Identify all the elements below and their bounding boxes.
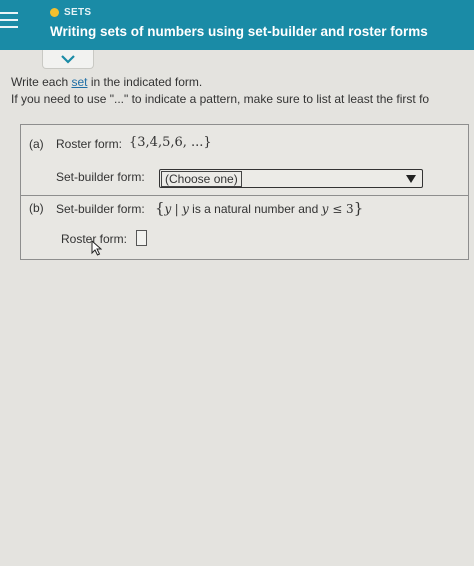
set-builder-dropdown[interactable]: (Choose one) [159, 169, 423, 188]
dropdown-selected-value: (Choose one) [161, 171, 242, 187]
problem-box: (a) Roster form: {3,4,5,6, ...} Set-buil… [20, 124, 469, 260]
instruction-line-2: If you need to use "..." to indicate a p… [11, 92, 430, 106]
instructions: Write each set in the indicated form. If… [11, 74, 429, 108]
page-title: Writing sets of numbers using set-builde… [50, 24, 428, 39]
dropdown-arrow-icon [406, 175, 416, 183]
topic-row: SETS [50, 5, 91, 19]
part-b-setbuilder-label: Set-builder form: [56, 202, 145, 216]
part-a-setbuilder-label: Set-builder form: [56, 170, 145, 184]
set-definition-link[interactable]: set [71, 75, 87, 89]
part-b-letter: (b) [29, 201, 44, 215]
part-a-roster-value: {3,4,5,6, ...} [129, 135, 212, 150]
part-b-setbuilder-value: {y | y is a natural number and y ≤ 3} [155, 199, 364, 217]
part-a-roster-label: Roster form: [56, 137, 123, 151]
instruction-line-1: Write each set in the indicated form. [11, 75, 203, 89]
expand-toggle-button[interactable] [42, 50, 94, 69]
part-divider [21, 195, 468, 196]
topic-label: SETS [64, 6, 92, 18]
hamburger-menu-icon[interactable] [0, 12, 18, 32]
topic-status-dot-icon [50, 7, 59, 17]
part-a-letter: (a) [29, 137, 44, 151]
header-bar: SETS Writing sets of numbers using set-b… [0, 0, 474, 50]
chevron-down-icon [61, 55, 75, 64]
mouse-cursor-icon [91, 240, 102, 256]
part-b-roster-input[interactable] [136, 230, 147, 246]
